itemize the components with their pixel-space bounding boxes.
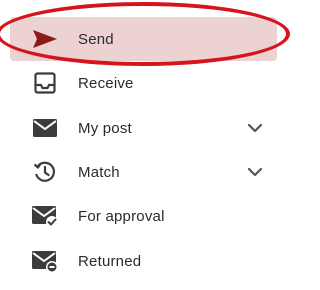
menu-item-send[interactable]: Send bbox=[10, 17, 277, 61]
menu-item-match[interactable]: Match bbox=[0, 150, 292, 194]
chevron-down-icon[interactable] bbox=[244, 117, 266, 139]
menu-item-label: Send bbox=[78, 30, 114, 48]
menu-item-for-approval[interactable]: For approval bbox=[0, 194, 292, 238]
menu-item-label: Returned bbox=[78, 252, 142, 270]
mail-icon bbox=[30, 113, 60, 143]
mail-check-icon bbox=[30, 201, 60, 231]
send-icon bbox=[30, 24, 60, 54]
side-menu: Send Receive My post Match For approval … bbox=[0, 0, 292, 290]
menu-item-my-post[interactable]: My post bbox=[0, 106, 292, 150]
history-clock-icon bbox=[30, 157, 60, 187]
inbox-icon bbox=[30, 68, 60, 98]
mail-returned-icon bbox=[30, 246, 60, 276]
menu-item-label: For approval bbox=[78, 207, 165, 225]
menu-item-label: My post bbox=[78, 119, 132, 137]
menu-item-label: Receive bbox=[78, 74, 134, 92]
chevron-down-icon[interactable] bbox=[244, 161, 266, 183]
menu-item-label: Match bbox=[78, 163, 120, 181]
menu-item-returned[interactable]: Returned bbox=[0, 239, 292, 283]
menu-item-receive[interactable]: Receive bbox=[0, 61, 292, 105]
